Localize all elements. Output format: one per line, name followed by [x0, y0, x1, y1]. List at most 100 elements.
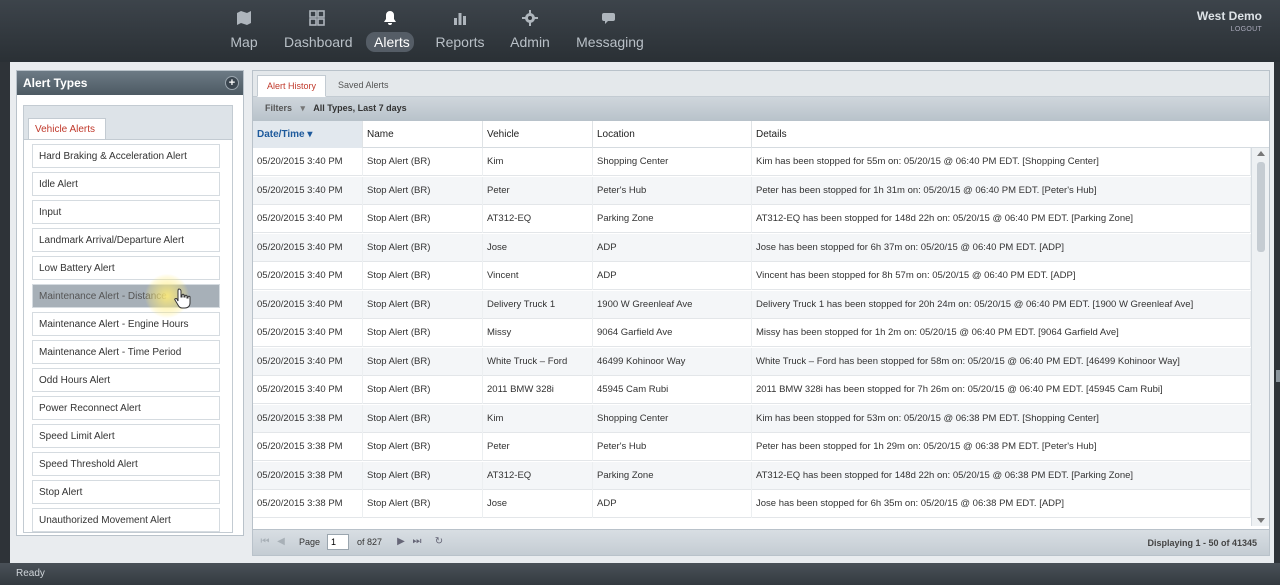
table-row[interactable]: 05/20/2015 3:40 PM Stop Alert (BR) Vincent…: [253, 262, 1251, 290]
prev-page-icon[interactable]: ◀: [275, 536, 287, 548]
column-header-vehicle[interactable]: Vehicle: [483, 121, 593, 148]
nav-admin[interactable]: Admin: [508, 10, 552, 56]
alert-type-item[interactable]: Idle Alert: [32, 172, 220, 196]
cell-details: Kim has been stopped for 55m on: 05/20/1…: [752, 148, 1251, 176]
first-page-icon[interactable]: ⏮: [259, 536, 271, 548]
logout-link[interactable]: LOGOUT: [1197, 26, 1262, 33]
nav-map[interactable]: Map: [228, 10, 260, 56]
cell-name: Stop Alert (BR): [363, 233, 483, 262]
cell-location: ADP: [593, 490, 752, 518]
sort-down-icon: ▾: [307, 129, 313, 140]
cell-location: 9064 Garfield Ave: [593, 319, 752, 347]
alert-type-item[interactable]: Hard Braking & Acceleration Alert: [32, 144, 220, 168]
cell-datetime: 05/20/2015 3:40 PM: [253, 290, 363, 319]
pagination-bar: ⏮ ◀ Page of 827 ▶ ⏭ ↻ Displaying 1 - 50 …: [253, 529, 1269, 555]
cell-name: Stop Alert (BR): [363, 176, 483, 205]
filters-value: All Types, Last 7 days: [313, 103, 407, 113]
column-header-location[interactable]: Location: [593, 121, 752, 148]
filter-arrow-icon: ▾: [300, 103, 306, 113]
table-row[interactable]: 05/20/2015 3:40 PM Stop Alert (BR) Deliver…: [253, 290, 1251, 319]
scroll-up-icon[interactable]: [1257, 151, 1265, 156]
cell-name: Stop Alert (BR): [363, 404, 483, 433]
cell-details: Missy has been stopped for 1h 2m on: 05/…: [752, 319, 1251, 347]
tab-saved-alerts[interactable]: Saved Alerts: [329, 75, 398, 97]
cell-name: Stop Alert (BR): [363, 319, 483, 347]
side-resize-handle[interactable]: [1276, 370, 1280, 382]
cell-vehicle: Missy: [483, 319, 593, 347]
table-row[interactable]: 05/20/2015 3:38 PM Stop Alert (BR) Jose ADP…: [253, 490, 1251, 518]
cell-name: Stop Alert (BR): [363, 347, 483, 376]
column-header-datetime[interactable]: Date/Time ▾: [253, 121, 363, 148]
filters-bar[interactable]: Filters ▾ All Types, Last 7 days: [253, 97, 1269, 121]
table-row[interactable]: 05/20/2015 3:38 PM Stop Alert (BR) AT312-E…: [253, 461, 1251, 490]
cell-datetime: 05/20/2015 3:40 PM: [253, 233, 363, 262]
bell-icon: [366, 10, 414, 30]
nav-dashboard[interactable]: Dashboard: [284, 10, 353, 56]
user-name: West Demo: [1196, 9, 1262, 23]
alert-type-item[interactable]: Odd Hours Alert: [32, 368, 220, 392]
cell-details: Jose has been stopped for 6h 35m on: 05/…: [752, 490, 1251, 518]
panel-title: Alert Types: [23, 76, 88, 90]
cell-vehicle: AT312-EQ: [483, 205, 593, 233]
alert-type-item[interactable]: Maintenance Alert - Engine Hours: [32, 312, 220, 336]
dashboard-icon: [284, 10, 350, 30]
alert-type-item[interactable]: Power Reconnect Alert: [32, 396, 220, 420]
alert-type-item[interactable]: Maintenance Alert - Time Period: [32, 340, 220, 364]
cell-vehicle: Kim: [483, 404, 593, 433]
cell-datetime: 05/20/2015 3:40 PM: [253, 376, 363, 404]
cell-vehicle: Peter: [483, 176, 593, 205]
nav-messaging[interactable]: Messaging: [576, 10, 644, 56]
cell-details: AT312-EQ has been stopped for 148d 22h o…: [752, 461, 1251, 490]
last-page-icon[interactable]: ⏭: [411, 536, 423, 548]
cell-datetime: 05/20/2015 3:38 PM: [253, 490, 363, 518]
table-row[interactable]: 05/20/2015 3:40 PM Stop Alert (BR) Peter Pe…: [253, 176, 1251, 205]
next-page-icon[interactable]: ▶: [395, 536, 407, 548]
cell-name: Stop Alert (BR): [363, 205, 483, 233]
cell-datetime: 05/20/2015 3:38 PM: [253, 433, 363, 461]
table-row[interactable]: 05/20/2015 3:40 PM Stop Alert (BR) White T…: [253, 347, 1251, 376]
alert-type-item[interactable]: Low Battery Alert: [32, 256, 220, 280]
cell-location: Peter's Hub: [593, 176, 752, 205]
hand-pointer-icon: [173, 287, 193, 309]
table-row[interactable]: 05/20/2015 3:40 PM Stop Alert (BR) Missy 90…: [253, 319, 1251, 347]
table-row[interactable]: 05/20/2015 3:40 PM Stop Alert (BR) Kim Shop…: [253, 148, 1251, 176]
alert-type-item[interactable]: Speed Threshold Alert: [32, 452, 220, 476]
vertical-scrollbar[interactable]: [1251, 148, 1269, 526]
alert-type-item[interactable]: Input: [32, 200, 220, 224]
bar-chart-icon: [434, 10, 486, 30]
cell-datetime: 05/20/2015 3:40 PM: [253, 205, 363, 233]
tab-alert-history[interactable]: Alert History: [257, 75, 327, 97]
column-header-name[interactable]: Name: [363, 121, 483, 148]
page-number-input[interactable]: [327, 534, 349, 550]
tab-vehicle-alerts[interactable]: Vehicle Alerts: [28, 118, 106, 140]
status-text: Ready: [16, 568, 45, 579]
cell-name: Stop Alert (BR): [363, 148, 483, 176]
nav-label: Messaging: [576, 34, 644, 50]
alert-type-item[interactable]: Stop Alert: [32, 480, 220, 504]
alert-type-item[interactable]: Speed Limit Alert: [32, 424, 220, 448]
add-icon[interactable]: +: [225, 76, 239, 90]
nav-alerts[interactable]: Alerts: [366, 10, 414, 56]
refresh-icon[interactable]: ↻: [433, 536, 445, 548]
cell-datetime: 05/20/2015 3:40 PM: [253, 262, 363, 290]
filters-label: Filters: [265, 103, 293, 113]
cell-datetime: 05/20/2015 3:40 PM: [253, 319, 363, 347]
nav-reports[interactable]: Reports: [434, 10, 486, 56]
grid-body: 05/20/2015 3:40 PM Stop Alert (BR) Kim Shop…: [253, 148, 1251, 526]
table-row[interactable]: 05/20/2015 3:40 PM Stop Alert (BR) Jose ADP…: [253, 233, 1251, 262]
alert-type-item[interactable]: Landmark Arrival/Departure Alert: [32, 228, 220, 252]
page-label: Page: [299, 537, 321, 547]
table-row[interactable]: 05/20/2015 3:40 PM Stop Alert (BR) 2011 BM…: [253, 376, 1251, 404]
table-row[interactable]: 05/20/2015 3:38 PM Stop Alert (BR) Peter Pe…: [253, 433, 1251, 461]
alert-type-item[interactable]: Unauthorized Movement Alert: [32, 508, 220, 532]
column-header-details[interactable]: Details: [752, 121, 1269, 148]
table-row[interactable]: 05/20/2015 3:40 PM Stop Alert (BR) AT312-E…: [253, 205, 1251, 233]
scroll-thumb[interactable]: [1257, 162, 1265, 252]
cell-details: White Truck – Ford has been stopped for …: [752, 347, 1251, 376]
scroll-down-icon[interactable]: [1257, 518, 1265, 523]
cell-location: 45945 Cam Rubi: [593, 376, 752, 404]
cell-name: Stop Alert (BR): [363, 290, 483, 319]
alert-type-list: Hard Braking & Acceleration Alert Idle A…: [24, 140, 232, 532]
cell-name: Stop Alert (BR): [363, 461, 483, 490]
table-row[interactable]: 05/20/2015 3:38 PM Stop Alert (BR) Kim Shop…: [253, 404, 1251, 433]
